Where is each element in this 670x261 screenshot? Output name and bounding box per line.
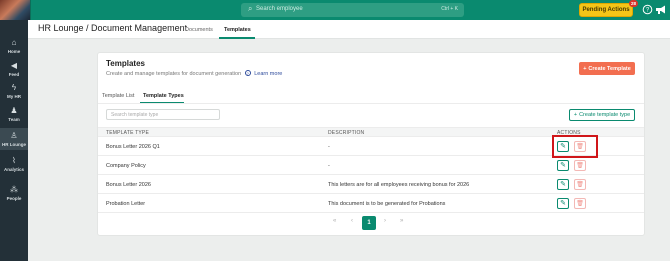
edit-pencil-icon[interactable]: ✎: [557, 179, 569, 190]
table-row: Bonus Letter 2026 This letters are for a…: [98, 176, 644, 194]
bolt-icon: ϟ: [11, 83, 17, 92]
template-type-cell: Bonus Letter 2026: [106, 182, 151, 188]
create-template-type-label: Create template type: [579, 112, 631, 118]
employee-search-input[interactable]: ⌕ Search employee Ctrl + K: [241, 3, 464, 17]
sidebar-item-label: People: [6, 196, 22, 201]
delete-trash-icon[interactable]: 🗑: [574, 198, 586, 209]
team-icon: ♟: [10, 106, 18, 115]
page-header: HR Lounge / Document Management Document…: [28, 20, 670, 39]
org-icon: ⁂: [10, 185, 18, 194]
card-title: Templates: [106, 59, 145, 68]
sidebar-item-label: Team: [8, 117, 20, 122]
subtab-template-types[interactable]: Template Types: [143, 93, 184, 99]
sidebar-item-label: Feed: [8, 72, 20, 77]
table-row: Company Policy - ✎ 🗑: [98, 157, 644, 175]
template-type-cell: Company Policy: [106, 163, 146, 169]
subtab-template-list[interactable]: Template List: [102, 93, 134, 99]
pending-count-badge: 28: [629, 0, 638, 7]
sidebar: ⌂ Home ◀ Feed ϟ My HR ♟ Team ♙ HR Lounge…: [0, 20, 28, 261]
highlight-box: [552, 135, 598, 158]
help-circle-icon[interactable]: ?: [244, 70, 251, 76]
card-subtitle-text: Create and manage templates for document…: [106, 71, 242, 77]
description-cell: This letters are for all employees recei…: [328, 182, 470, 188]
prev-page-button[interactable]: ‹: [351, 218, 353, 224]
table-row: Probation Letter This document is to be …: [98, 195, 644, 213]
search-shortcut: Ctrl + K: [441, 6, 458, 12]
create-template-type-button[interactable]: + Create template type: [569, 109, 635, 121]
template-type-cell: Bonus Letter 2026 Q1: [106, 144, 160, 150]
card-subtitle: Create and manage templates for document…: [106, 70, 282, 77]
sidebar-item-feed[interactable]: ◀ Feed: [0, 58, 28, 80]
sidebar-item-label: Home: [7, 49, 21, 54]
first-page-button[interactable]: «: [333, 218, 336, 224]
last-page-button[interactable]: »: [400, 218, 403, 224]
column-header-template-type: TEMPLATE TYPE: [106, 130, 149, 136]
column-header-description: DESCRIPTION: [328, 130, 365, 136]
edit-pencil-icon[interactable]: ✎: [557, 160, 569, 171]
top-bar: ⌕ Search employee Ctrl + K Pending Actio…: [0, 0, 670, 20]
next-page-button[interactable]: ›: [384, 218, 386, 224]
plus-icon: +: [573, 112, 578, 118]
sidebar-item-home[interactable]: ⌂ Home: [0, 35, 28, 57]
learn-more-link[interactable]: Learn more: [254, 71, 282, 77]
sidebar-item-label: My HR: [6, 94, 21, 99]
sidebar-item-analytics[interactable]: ⌇ Analytics: [0, 153, 28, 175]
edit-pencil-icon[interactable]: ✎: [557, 198, 569, 209]
template-type-cell: Probation Letter: [106, 201, 146, 207]
chart-icon: ⌇: [12, 156, 16, 165]
description-cell: This document is to be generated for Pro…: [328, 201, 446, 207]
delete-trash-icon[interactable]: 🗑: [574, 160, 586, 171]
description-cell: -: [328, 144, 330, 150]
subtab-divider: [98, 103, 644, 104]
active-tab-indicator: [219, 37, 255, 39]
pending-actions-label: Pending Actions: [582, 7, 630, 13]
sidebar-item-team[interactable]: ♟ Team: [0, 103, 28, 125]
company-logo[interactable]: [0, 0, 31, 20]
delete-trash-icon[interactable]: 🗑: [574, 179, 586, 190]
sidebar-item-hr-lounge[interactable]: ♙ HR Lounge: [0, 128, 28, 150]
current-page-button[interactable]: 1: [362, 216, 376, 230]
description-cell: -: [328, 163, 330, 169]
megaphone-icon: ◀: [10, 61, 18, 70]
people-icon: ♙: [10, 131, 18, 140]
sidebar-item-people[interactable]: ⁂ People: [0, 182, 28, 204]
home-icon: ⌂: [11, 38, 17, 47]
pending-actions-button[interactable]: Pending Actions: [579, 3, 633, 17]
help-icon[interactable]: ?: [641, 4, 653, 16]
plus-icon: +: [583, 65, 587, 72]
page-title: HR Lounge / Document Management: [38, 23, 188, 33]
create-template-button[interactable]: + Create Template: [579, 62, 635, 75]
tab-templates[interactable]: Templates: [224, 27, 251, 33]
create-template-label: Create Template: [588, 65, 631, 72]
tab-documents[interactable]: Documents: [185, 27, 213, 33]
sidebar-item-label: HR Lounge: [2, 142, 26, 147]
search-placeholder: Search employee: [256, 6, 303, 12]
sidebar-item-my-hr[interactable]: ϟ My HR: [0, 80, 28, 102]
search-icon: ⌕: [248, 4, 253, 13]
sidebar-item-label: Analytics: [3, 167, 24, 172]
template-type-search-input[interactable]: Search template type: [106, 109, 220, 120]
svg-text:?: ?: [645, 8, 649, 14]
announcement-icon[interactable]: [655, 4, 667, 16]
